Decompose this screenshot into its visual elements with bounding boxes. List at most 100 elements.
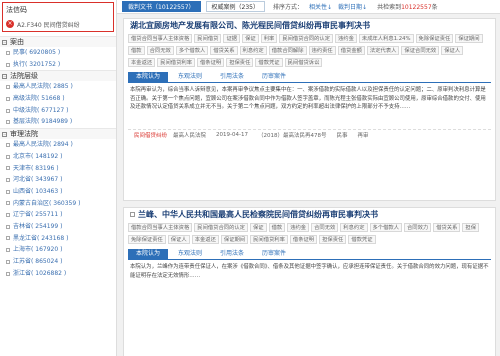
select-checkbox[interactable] xyxy=(130,212,135,217)
sort-date-link[interactable]: 裁判日期↓ xyxy=(338,2,367,11)
collapse-icon: − xyxy=(2,39,7,45)
filter-item[interactable]: 上海市( 167920 ) xyxy=(0,244,116,256)
keyword-tag[interactable]: 违约金 xyxy=(335,34,357,43)
keyword-tag[interactable]: 保证期间 xyxy=(455,34,483,43)
sort-label: 排序方式： xyxy=(273,4,304,11)
filter-item[interactable]: 基层法院( 9184989 ) xyxy=(0,116,116,128)
keyword-tag[interactable]: 利息约定 xyxy=(340,223,368,232)
tag-list: 借款合同当事人主体资格 民间借贷合同的认定 保证 借款 违约金 合同无效 利息约定 多个借款人… xyxy=(124,222,495,247)
filter-item[interactable]: 天津市( 83196 ) xyxy=(0,163,116,175)
tab-rules[interactable]: 东观法则 xyxy=(170,72,210,82)
filter-item[interactable]: 河北省( 343967 ) xyxy=(0,174,116,186)
keyword-tag[interactable]: 借贷关系 xyxy=(433,223,461,232)
keyword-tag[interactable]: 担保责任 xyxy=(226,58,254,67)
keyword-tag[interactable]: 借贷关系 xyxy=(210,46,238,55)
tab-cited-laws[interactable]: 引用法条 xyxy=(212,72,252,82)
selected-facet-chip[interactable]: × A2.F340 民间借贷纠纷 xyxy=(6,19,110,29)
keyword-tag[interactable]: 保证合同无效 xyxy=(401,46,440,55)
keyword-tag[interactable]: 民间借贷利率 xyxy=(157,58,195,67)
filter-item[interactable]: 辽宁省( 255711 ) xyxy=(0,209,116,221)
keyword-tag[interactable]: 担保责任 xyxy=(319,235,347,244)
keyword-tag[interactable]: 民间借贷合同的认定 xyxy=(194,223,248,232)
keyword-tag[interactable]: 利息约定 xyxy=(239,46,267,55)
tab-cited-laws[interactable]: 引用法条 xyxy=(212,249,252,259)
facet-chip-label: A2.F340 民间借贷纠纷 xyxy=(17,21,80,29)
tab-rules[interactable]: 东观法则 xyxy=(170,249,210,259)
keyword-tag[interactable]: 借款合同解除 xyxy=(268,46,307,55)
keyword-tag[interactable]: 保证人 xyxy=(167,235,190,244)
keyword-tag[interactable]: 民间借贷利率 xyxy=(250,235,288,244)
facet-title: 法信码 xyxy=(6,6,27,14)
keyword-tag[interactable]: 违约责任 xyxy=(308,46,336,55)
section-header-trial-court[interactable]: − 审理法院 xyxy=(0,128,116,140)
filter-item[interactable]: 最高人民法院( 2885 ) xyxy=(0,81,116,93)
keyword-tag[interactable]: 民间借贷合同的认定 xyxy=(279,34,333,43)
keyword-tag[interactable]: 本金返还 xyxy=(191,235,219,244)
filter-item-label: 江苏省 xyxy=(13,258,32,265)
remove-facet-icon[interactable]: × xyxy=(6,20,14,28)
case-title-link[interactable]: 兰峰、中华人民共和国最高人民检察院民间借贷纠纷再审民事判决书 xyxy=(124,208,495,222)
keyword-tag[interactable]: 保证人 xyxy=(441,46,464,55)
tag-list: 借贷合同当事人主体资格 民间借贷 证据 保证 利率 民间借贷合同的认定 违约金 未成年人利息1… xyxy=(124,33,495,70)
filter-item-label: 吉林省 xyxy=(13,222,32,230)
filter-item-count: ( 254199 ) xyxy=(31,222,63,230)
keyword-tag[interactable]: 合同无效 xyxy=(311,223,339,232)
keyword-tag[interactable]: 借款 xyxy=(268,223,286,232)
keyword-tag[interactable]: 借款凭证 xyxy=(348,235,376,244)
plus-icon xyxy=(6,50,10,55)
keyword-tag[interactable]: 法定代表人 xyxy=(366,46,400,55)
keyword-tag[interactable]: 担保 xyxy=(462,223,480,232)
keyword-tag[interactable]: 违约金 xyxy=(287,223,310,232)
keyword-tag[interactable]: 利率 xyxy=(260,34,278,43)
tab-case-history[interactable]: 历审案件 xyxy=(254,249,294,259)
filter-item[interactable]: 山西省( 103463 ) xyxy=(0,186,116,198)
filter-item[interactable]: 内蒙古自治区( 360359 ) xyxy=(0,198,116,210)
keyword-tag[interactable]: 多个借款人 xyxy=(369,223,402,232)
keyword-tag[interactable]: 民间借贷诉讼 xyxy=(284,58,323,67)
filter-item[interactable]: 吉林省( 254199 ) xyxy=(0,221,116,233)
keyword-tag[interactable]: 借款凭证 xyxy=(255,58,283,67)
tab-authoritative-cases[interactable]: 权威案例（235） xyxy=(205,1,265,12)
keyword-tag[interactable]: 多个借款人 xyxy=(175,46,209,55)
tab-case-history[interactable]: 历审案件 xyxy=(254,72,294,82)
filter-item[interactable]: 黑龙江省( 243168 ) xyxy=(0,233,116,245)
filter-item[interactable]: 执行( 3201752 ) xyxy=(0,59,116,71)
case-title-link[interactable]: 湖北宜顾房地产发展有限公司、陈光程民间借贷纠纷再审民事判决书 xyxy=(124,19,495,33)
filter-item[interactable]: 江苏省( 865024 ) xyxy=(0,256,116,268)
filter-item-label: 高级法院 xyxy=(13,95,38,103)
section-title: 法院层级 xyxy=(10,71,38,80)
keyword-tag[interactable]: 免除保证责任 xyxy=(128,235,166,244)
filter-item[interactable]: 中级法院( 677127 ) xyxy=(0,105,116,117)
keyword-tag[interactable]: 借贷金额 xyxy=(337,46,365,55)
keyword-tag[interactable]: 未成年人利息1.24% xyxy=(358,34,414,43)
tab-judgments[interactable]: 裁判文书（10122557） xyxy=(122,1,201,12)
keyword-tag[interactable]: 本金返还 xyxy=(128,58,156,67)
filter-item[interactable]: 民事( 6920805 ) xyxy=(0,47,116,59)
keyword-tag[interactable]: 借条证明 xyxy=(289,235,318,244)
filter-item-label: 最高人民法院 xyxy=(13,141,50,149)
keyword-tag[interactable]: 保证 xyxy=(242,34,259,43)
keyword-tag[interactable]: 借条证明 xyxy=(197,58,225,67)
filter-item[interactable]: 北京市( 148192 ) xyxy=(0,151,116,163)
sort-relevance-link[interactable]: 相关性↓ xyxy=(309,2,332,11)
keyword-tag[interactable]: 借贷合同当事人主体资格 xyxy=(128,34,193,43)
result-card: 湖北宜顾房地产发展有限公司、陈光程民间借贷纠纷再审民事判决书 借贷合同当事人主体… xyxy=(123,18,496,201)
keyword-tag[interactable]: 借款 xyxy=(128,46,145,55)
keyword-tag[interactable]: 借款合同当事人主体资格 xyxy=(128,223,193,232)
keyword-tag[interactable]: 免除保证责任 xyxy=(415,34,454,43)
filter-item-count: ( 243168 ) xyxy=(37,234,69,242)
keyword-tag[interactable]: 合同无效 xyxy=(146,46,174,55)
filter-item-label: 河北省 xyxy=(13,176,32,184)
tab-court-opinion[interactable]: 本院认为 xyxy=(128,249,169,259)
filter-item[interactable]: 浙江省( 1026882 ) xyxy=(0,268,116,280)
keyword-tag[interactable]: 保证期间 xyxy=(220,235,249,244)
keyword-tag[interactable]: 保证 xyxy=(249,223,267,232)
filter-item[interactable]: 高级法院( 51668 ) xyxy=(0,93,116,105)
keyword-tag[interactable]: 民间借贷 xyxy=(194,34,222,43)
keyword-tag[interactable]: 证据 xyxy=(223,34,241,43)
tab-court-opinion[interactable]: 本院认为 xyxy=(128,72,169,82)
section-header-cause[interactable]: − 案由 xyxy=(0,36,116,47)
keyword-tag[interactable]: 合同效力 xyxy=(404,223,432,232)
filter-item[interactable]: 最高人民法院( 2894 ) xyxy=(0,139,116,151)
section-header-court-level[interactable]: − 法院层级 xyxy=(0,70,116,82)
